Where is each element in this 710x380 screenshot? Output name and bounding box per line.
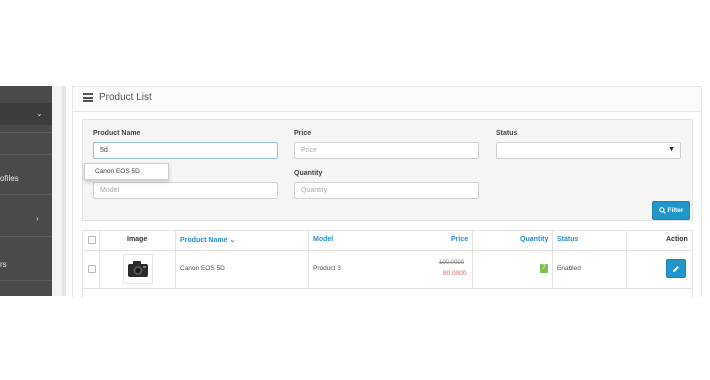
edit-button[interactable]: [666, 259, 686, 278]
filter-button-label: Filter: [667, 207, 684, 214]
row-checkbox[interactable]: [88, 265, 96, 273]
chevron-right-icon[interactable]: ›: [36, 214, 39, 223]
row-model: Product 3: [313, 265, 341, 272]
row-product-name: Canon EOS 5D: [180, 265, 225, 272]
sidebar-gutter: [52, 86, 62, 296]
product-list-panel: Product List Product Name 5d Model Price…: [72, 86, 702, 298]
header-product-name[interactable]: Product Name ⌄: [180, 236, 235, 244]
header-model[interactable]: Model: [313, 236, 333, 243]
filter-button[interactable]: Filter: [652, 201, 690, 220]
sidebar-item-active[interactable]: ⌄: [0, 103, 52, 125]
header-status[interactable]: Status: [557, 236, 578, 243]
row-price-special: 80.0000: [443, 270, 467, 277]
status-select[interactable]: ▼: [496, 142, 681, 159]
list-icon: [83, 93, 93, 102]
quantity-input[interactable]: Quantity: [294, 182, 479, 199]
caret-down-icon: ▼: [668, 146, 675, 153]
product-image: [123, 254, 153, 284]
status-label: Status: [496, 130, 518, 137]
sort-chevron-down-icon: ⌄: [229, 237, 236, 244]
page-title: Product List: [99, 92, 152, 103]
price-label: Price: [294, 130, 312, 137]
header-price[interactable]: Price: [451, 236, 468, 243]
price-input[interactable]: Price: [294, 142, 479, 159]
camera-icon: [128, 261, 148, 277]
product-table: Image Product Name ⌄ Model Price Quantit…: [82, 230, 693, 298]
panel-heading: Product List: [73, 87, 701, 112]
header-action: Action: [666, 236, 688, 243]
row-price-old: 100.0000: [439, 260, 465, 266]
autocomplete-dropdown[interactable]: Canon EOS 5D: [84, 163, 169, 180]
pencil-icon: [672, 265, 679, 272]
product-name-input[interactable]: 5d: [93, 142, 278, 159]
chevron-down-icon: ⌄: [36, 109, 43, 118]
row-status: Enabled: [557, 265, 581, 272]
sidebar: ⌄ ofiles › rs: [0, 86, 53, 296]
header-image: Image: [127, 236, 148, 243]
model-input[interactable]: Model: [93, 182, 278, 199]
autocomplete-item[interactable]: Canon EOS 5D: [95, 168, 140, 175]
product-name-label: Product Name: [93, 130, 141, 137]
sidebar-item-profiles-label[interactable]: ofiles: [0, 174, 19, 183]
select-all-checkbox[interactable]: [88, 236, 96, 244]
table-row: Canon EOS 5D Product 3 100.0000 80.0000 …: [83, 250, 692, 289]
search-icon: [658, 207, 666, 214]
scroll-shadow: [62, 86, 66, 296]
quantity-label: Quantity: [294, 170, 323, 177]
filter-form: Product Name 5d Model Price Price Quanti…: [82, 119, 693, 221]
sidebar-item-users-label[interactable]: rs: [0, 260, 7, 269]
quantity-badge: 7: [540, 264, 548, 273]
header-quantity[interactable]: Quantity: [520, 236, 548, 243]
